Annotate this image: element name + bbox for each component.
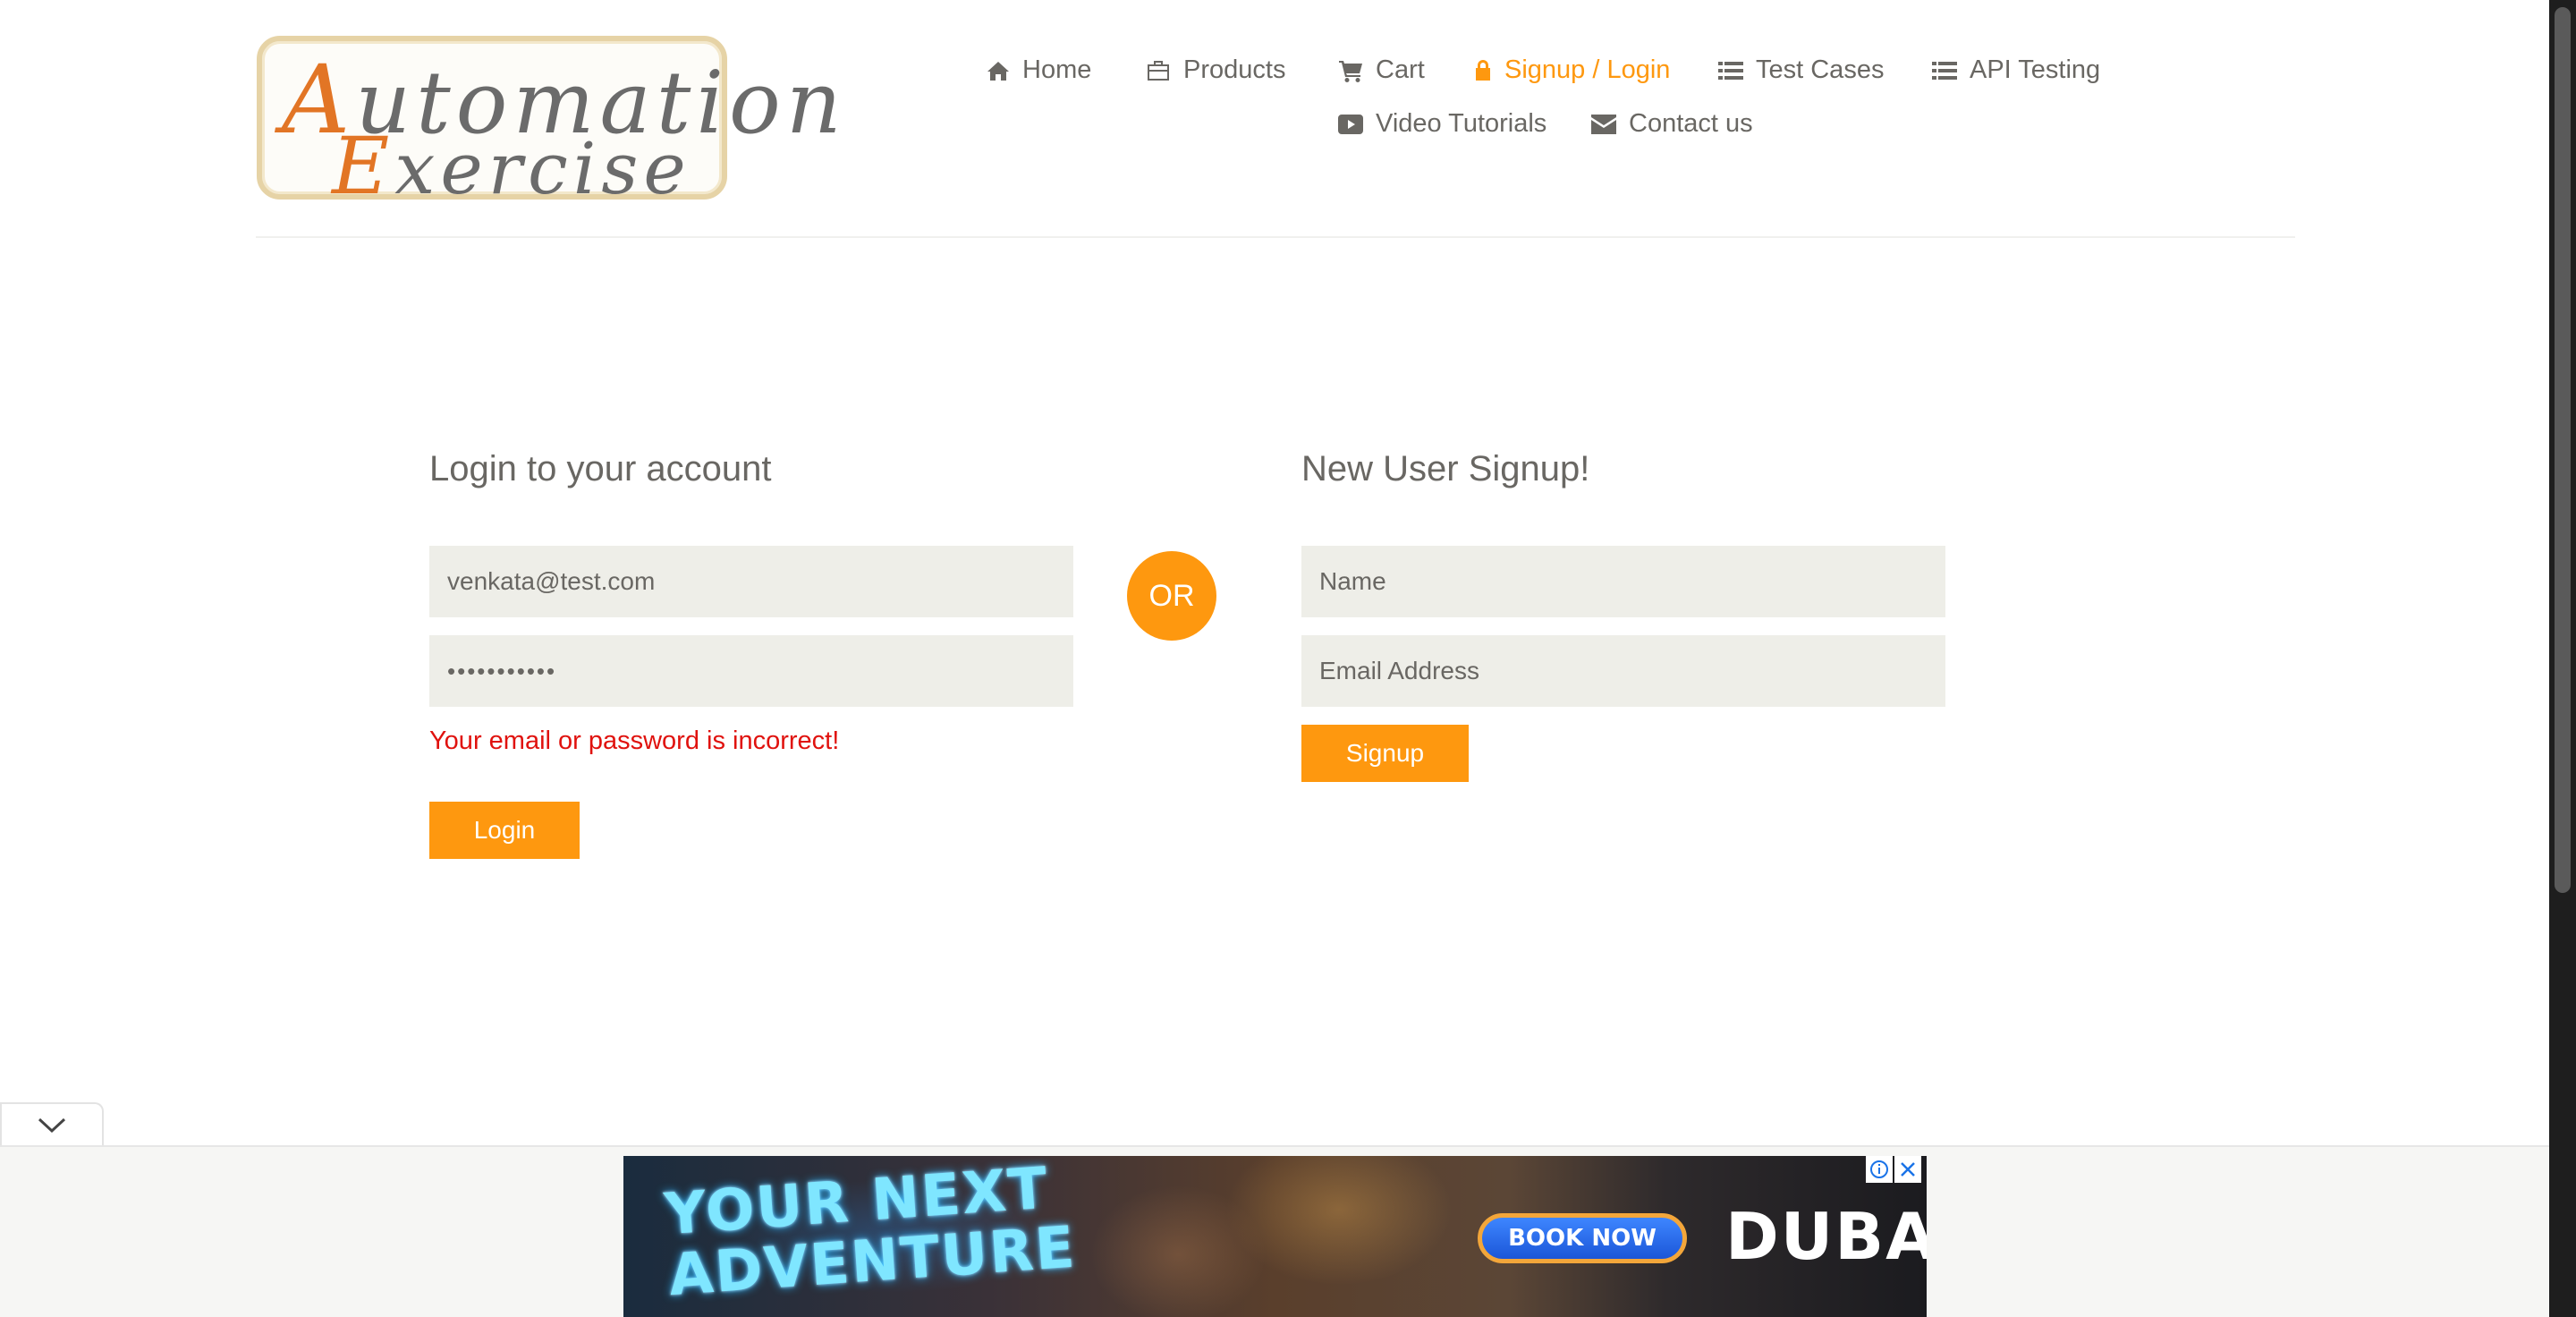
- nav-cart-label: Cart: [1376, 55, 1425, 84]
- login-error-message: Your email or password is incorrect!: [429, 726, 840, 755]
- ad-info-icon[interactable]: [1866, 1156, 1893, 1183]
- nav-api-testing[interactable]: API Testing: [1932, 55, 2100, 85]
- signup-name-input[interactable]: [1301, 546, 1945, 617]
- ad-collapse-toggle[interactable]: [0, 1102, 104, 1147]
- nav-contact-us[interactable]: Contact us: [1591, 109, 1753, 139]
- or-divider: OR: [1127, 551, 1216, 641]
- nav-contact-us-label: Contact us: [1629, 109, 1753, 138]
- cart-icon: [1339, 60, 1362, 82]
- nav-home-label: Home: [1022, 55, 1092, 84]
- nav-home[interactable]: Home: [987, 55, 1091, 85]
- ad-close-icon[interactable]: [1894, 1156, 1921, 1183]
- ad-banner[interactable]: YOUR NEXT ADVENTURE BOOK NOW DUBAI: [623, 1156, 1927, 1317]
- chevron-down-icon: [38, 1117, 66, 1134]
- nav-signup-login[interactable]: Signup / Login: [1474, 55, 1670, 85]
- ad-brand-logo: DUBAI: [1725, 1199, 1927, 1274]
- signup-email-input[interactable]: [1301, 635, 1945, 707]
- scrollbar-thumb[interactable]: [2555, 7, 2571, 893]
- lock-icon: [1476, 59, 1490, 81]
- signup-title: New User Signup!: [1301, 449, 1590, 489]
- signup-button[interactable]: Signup: [1301, 725, 1469, 782]
- header-divider: [256, 236, 2295, 238]
- main-nav: Home Products Cart Signup / Login Test C…: [0, 0, 2576, 179]
- nav-api-testing-label: API Testing: [1970, 55, 2101, 84]
- ad-headline: YOUR NEXT ADVENTURE: [662, 1156, 1079, 1310]
- nav-cart[interactable]: Cart: [1338, 55, 1425, 85]
- login-title: Login to your account: [429, 449, 772, 489]
- nav-test-cases-label: Test Cases: [1756, 55, 1885, 84]
- briefcase-icon: [1148, 60, 1169, 81]
- ad-book-now-button[interactable]: BOOK NOW: [1478, 1213, 1687, 1263]
- nav-video-tutorials-label: Video Tutorials: [1376, 109, 1547, 138]
- page: Automation Exercise Home Products Cart S…: [0, 0, 2576, 1317]
- envelope-icon: [1591, 114, 1616, 134]
- login-password-input[interactable]: [429, 635, 1073, 707]
- login-email-input[interactable]: [429, 546, 1073, 617]
- login-button[interactable]: Login: [429, 802, 580, 859]
- nav-test-cases[interactable]: Test Cases: [1718, 55, 1884, 85]
- home-icon: [987, 61, 1009, 81]
- nav-video-tutorials[interactable]: Video Tutorials: [1338, 109, 1546, 139]
- nav-products[interactable]: Products: [1146, 55, 1285, 85]
- list-icon: [1932, 61, 1957, 80]
- nav-signup-login-label: Signup / Login: [1504, 55, 1671, 84]
- list-icon: [1718, 61, 1743, 80]
- youtube-play-icon: [1338, 114, 1363, 134]
- nav-products-label: Products: [1183, 55, 1286, 84]
